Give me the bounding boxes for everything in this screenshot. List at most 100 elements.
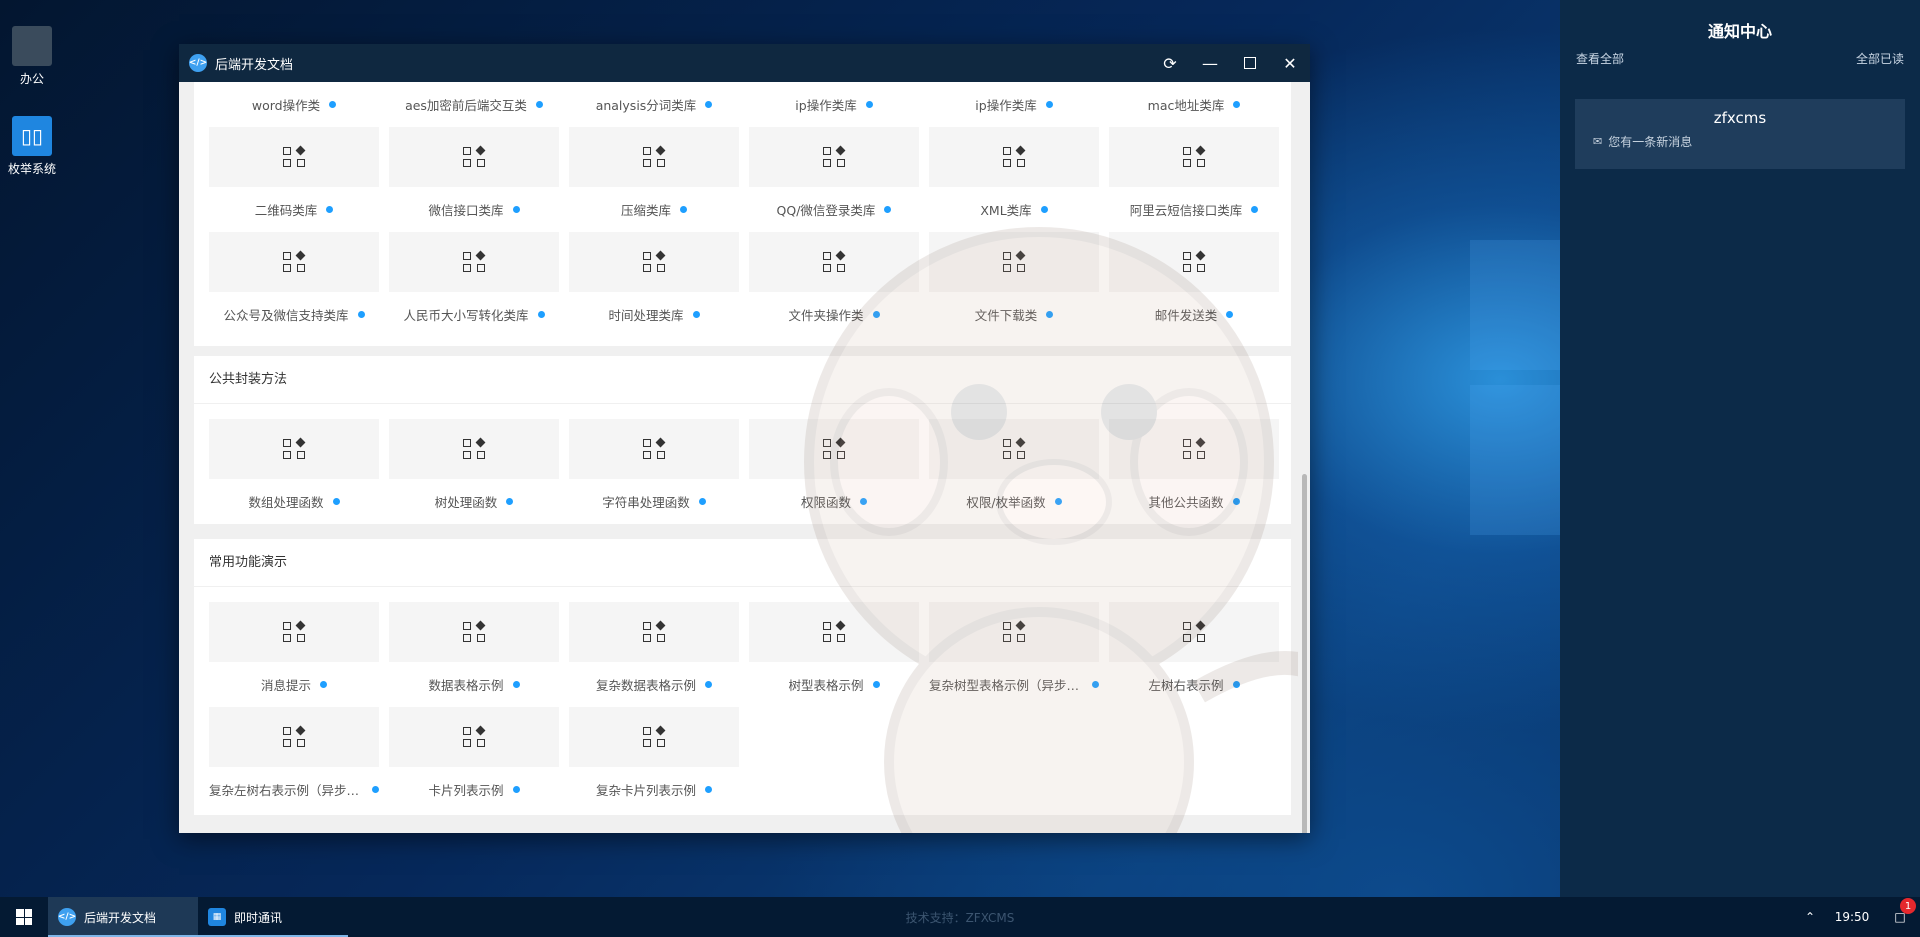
system-tray: ⌃ 19:50 □ 1 — [1796, 897, 1920, 937]
module-card[interactable]: 文件下载类 — [929, 232, 1099, 337]
module-card[interactable]: 微信接口类库 — [389, 127, 559, 232]
module-card[interactable]: 二维码类库 — [209, 127, 379, 232]
module-card[interactable]: QQ/微信登录类库 — [749, 127, 919, 232]
module-tile[interactable] — [569, 707, 739, 767]
module-grid-icon — [1003, 145, 1026, 167]
module-grid-icon — [463, 725, 486, 747]
module-card[interactable]: 树处理函数 — [389, 419, 559, 524]
mark-all-read-link[interactable]: 全部已读 — [1856, 50, 1904, 67]
action-center-button[interactable]: □ 1 — [1880, 897, 1920, 937]
module-card[interactable]: ip操作类库 — [749, 82, 919, 127]
status-dot — [1092, 681, 1099, 688]
module-card[interactable]: aes加密前后端交互类 — [389, 82, 559, 127]
module-card[interactable]: 数据表格示例 — [389, 602, 559, 707]
module-card[interactable]: 阿里云短信接口类库 — [1109, 127, 1279, 232]
module-tile[interactable] — [209, 419, 379, 479]
module-card[interactable]: 权限函数 — [749, 419, 919, 524]
refresh-button[interactable]: ⟳ — [1150, 44, 1190, 82]
module-tile[interactable] — [389, 602, 559, 662]
module-tile[interactable] — [209, 707, 379, 767]
module-label: 人民币大小写转化类库 — [403, 308, 529, 323]
module-tile[interactable] — [389, 707, 559, 767]
status-dot — [537, 311, 545, 318]
module-tile[interactable] — [1109, 602, 1279, 662]
module-tile[interactable] — [569, 419, 739, 479]
module-grid-icon — [463, 620, 486, 642]
module-grid-icon — [463, 145, 486, 167]
module-card[interactable]: 权限/枚举函数 — [929, 419, 1099, 524]
module-card[interactable]: 公众号及微信支持类库 — [209, 232, 379, 337]
module-tile[interactable] — [749, 232, 919, 292]
view-all-link[interactable]: 查看全部 — [1576, 50, 1624, 67]
module-card[interactable]: 复杂树型表格示例（异步）... — [929, 602, 1099, 707]
module-card[interactable]: 左树右表示例 — [1109, 602, 1279, 707]
status-dot — [512, 786, 520, 793]
status-dot — [506, 498, 514, 505]
module-card[interactable]: word操作类 — [209, 82, 379, 127]
start-button[interactable] — [0, 897, 48, 937]
module-tile[interactable] — [929, 232, 1099, 292]
minimize-button[interactable]: — — [1190, 44, 1230, 82]
desktop-icon-enum-system[interactable]: ▯▯ 枚举系统 — [0, 116, 64, 177]
module-card[interactable]: analysis分词类库 — [569, 82, 739, 127]
module-tile[interactable] — [749, 602, 919, 662]
module-tile[interactable] — [209, 127, 379, 187]
module-tile[interactable] — [929, 127, 1099, 187]
module-card[interactable]: 时间处理类库 — [569, 232, 739, 337]
module-tile[interactable] — [389, 127, 559, 187]
clock[interactable]: 19:50 — [1824, 910, 1880, 924]
module-card[interactable]: 其他公共函数 — [1109, 419, 1279, 524]
module-grid-icon — [643, 725, 666, 747]
module-tile[interactable] — [209, 602, 379, 662]
module-card[interactable]: 邮件发送类 — [1109, 232, 1279, 337]
refresh-icon: ⟳ — [1163, 53, 1177, 73]
module-tile[interactable] — [749, 419, 919, 479]
module-tile[interactable] — [929, 602, 1099, 662]
window-scrollbar[interactable] — [1298, 82, 1310, 833]
module-label: 字符串处理函数 — [602, 495, 690, 510]
module-card[interactable]: 压缩类库 — [569, 127, 739, 232]
module-tile[interactable] — [1109, 232, 1279, 292]
taskbar-item-label: 后端开发文档 — [84, 910, 157, 925]
tray-expand-icon[interactable]: ⌃ — [1796, 910, 1824, 924]
module-card[interactable]: 数组处理函数 — [209, 419, 379, 524]
maximize-button[interactable] — [1230, 44, 1270, 82]
module-tile[interactable] — [749, 127, 919, 187]
module-tile[interactable] — [209, 232, 379, 292]
module-card[interactable]: 复杂左树右表示例（异步）... — [209, 707, 379, 812]
module-tile[interactable] — [929, 419, 1099, 479]
scrollbar-thumb[interactable] — [1302, 474, 1307, 833]
module-card[interactable]: mac地址类库 — [1109, 82, 1279, 127]
taskbar-item-chat[interactable]: ▦ 即时通讯 — [198, 897, 348, 937]
module-tile[interactable] — [569, 232, 739, 292]
module-tile[interactable] — [1109, 127, 1279, 187]
notification-card[interactable]: zfxcms ✉ 您有一条新消息 — [1575, 99, 1905, 169]
window-titlebar[interactable]: </> 后端开发文档 ⟳ — ✕ — [179, 44, 1310, 82]
module-card[interactable]: 卡片列表示例 — [389, 707, 559, 812]
module-label: 数据表格示例 — [428, 678, 504, 693]
module-card[interactable]: XML类库 — [929, 127, 1099, 232]
module-tile[interactable] — [1109, 419, 1279, 479]
status-dot — [872, 311, 880, 318]
close-button[interactable]: ✕ — [1270, 44, 1310, 82]
module-card[interactable]: ip操作类库 — [929, 82, 1099, 127]
taskbar-item-docs[interactable]: </> 后端开发文档 — [48, 897, 198, 937]
module-tile[interactable] — [569, 602, 739, 662]
module-card[interactable]: 复杂数据表格示例 — [569, 602, 739, 707]
library-panel: word操作类 aes加密前后端交互类 analysis分词类库 ip操作类库 ip操作… — [194, 82, 1291, 346]
module-tile[interactable] — [389, 419, 559, 479]
module-label: 复杂卡片列表示例 — [595, 783, 696, 798]
module-card[interactable]: 文件夹操作类 — [749, 232, 919, 337]
module-tile[interactable] — [569, 127, 739, 187]
desktop-icon-office[interactable]: 办公 — [0, 26, 64, 87]
module-tile[interactable] — [389, 232, 559, 292]
module-card[interactable]: 复杂卡片列表示例 — [569, 707, 739, 812]
module-label: 卡片列表示例 — [428, 783, 504, 798]
module-card[interactable]: 人民币大小写转化类库 — [389, 232, 559, 337]
status-dot — [1045, 101, 1053, 108]
module-card[interactable]: 字符串处理函数 — [569, 419, 739, 524]
app-window: </> 后端开发文档 ⟳ — ✕ word操作类 aes加密前后端交互类 analy… — [179, 44, 1310, 833]
module-card[interactable]: 消息提示 — [209, 602, 379, 707]
module-grid-icon — [1003, 437, 1026, 459]
module-card[interactable]: 树型表格示例 — [749, 602, 919, 707]
